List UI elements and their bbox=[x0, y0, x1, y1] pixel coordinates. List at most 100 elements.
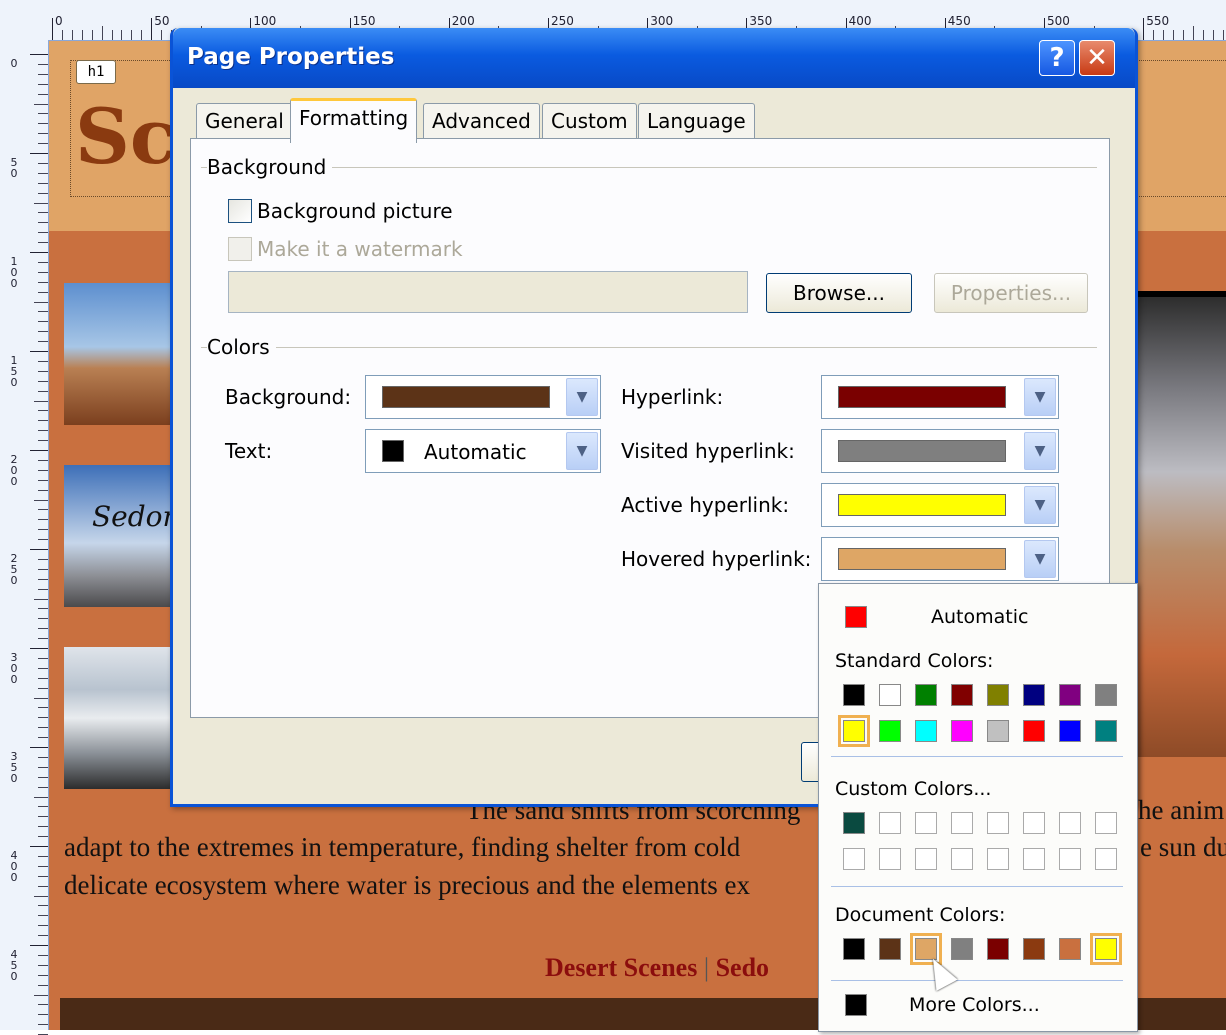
ruler-label: 50 bbox=[10, 156, 18, 180]
ruler-tick bbox=[30, 351, 48, 352]
custom-color-swatch[interactable] bbox=[1095, 848, 1117, 870]
colors-group-divider bbox=[201, 347, 1097, 348]
ruler-tick bbox=[38, 529, 48, 531]
standard-color-swatch[interactable] bbox=[1059, 720, 1081, 742]
chevron-down-icon[interactable]: ▼ bbox=[1024, 378, 1056, 416]
custom-color-swatch[interactable] bbox=[987, 848, 1009, 870]
tab-language[interactable]: Language bbox=[638, 103, 755, 138]
custom-color-swatch[interactable] bbox=[879, 848, 901, 870]
document-color-swatch[interactable] bbox=[910, 933, 942, 965]
chevron-down-icon[interactable]: ▼ bbox=[1024, 432, 1056, 470]
standard-color-swatch[interactable] bbox=[1095, 720, 1117, 742]
custom-color-swatch[interactable] bbox=[1059, 848, 1081, 870]
standard-color-swatch[interactable] bbox=[1095, 684, 1117, 706]
standard-color-swatch[interactable] bbox=[951, 684, 973, 706]
ruler-tick bbox=[161, 30, 163, 40]
ruler-tick bbox=[38, 360, 48, 362]
visited-hyperlink-color-dropdown[interactable]: ▼ bbox=[821, 429, 1059, 473]
ruler-label: 300 bbox=[650, 14, 674, 28]
standard-color-swatch[interactable] bbox=[1023, 684, 1045, 706]
hyperlink-color-swatch bbox=[838, 386, 1006, 408]
document-color-swatch[interactable] bbox=[1059, 938, 1081, 960]
custom-color-swatch[interactable] bbox=[1023, 848, 1045, 870]
standard-color-swatch[interactable] bbox=[1059, 684, 1081, 706]
document-color-swatch[interactable] bbox=[1023, 938, 1045, 960]
properties-button[interactable]: Properties... bbox=[934, 273, 1088, 313]
ruler-tick bbox=[30, 846, 48, 847]
help-button[interactable]: ? bbox=[1039, 40, 1075, 76]
chevron-down-icon[interactable]: ▼ bbox=[566, 432, 598, 470]
standard-color-swatch[interactable] bbox=[915, 684, 937, 706]
document-color-swatch[interactable] bbox=[951, 938, 973, 960]
watermark-checkbox[interactable] bbox=[228, 237, 252, 261]
ruler-tick bbox=[38, 1014, 48, 1016]
custom-colors-button[interactable]: Custom Colors... bbox=[835, 778, 991, 800]
active-hyperlink-color-dropdown[interactable]: ▼ bbox=[821, 483, 1059, 527]
hovered-hyperlink-color-dropdown[interactable]: ▼ bbox=[821, 537, 1059, 581]
dialog-titlebar[interactable]: Page Properties ? ✕ bbox=[173, 28, 1135, 88]
ruler-tick bbox=[81, 30, 83, 40]
custom-color-swatch[interactable] bbox=[1059, 812, 1081, 834]
footer-link-desert-scenes[interactable]: Desert Scenes bbox=[545, 953, 697, 982]
standard-color-swatch[interactable] bbox=[915, 720, 937, 742]
ruler-tick bbox=[38, 558, 48, 560]
close-button[interactable]: ✕ bbox=[1079, 40, 1115, 76]
ruler-tick bbox=[38, 925, 48, 927]
custom-color-swatch[interactable] bbox=[951, 848, 973, 870]
ruler-label: 200 bbox=[451, 14, 475, 28]
document-color-swatch[interactable] bbox=[879, 938, 901, 960]
ruler-tick bbox=[38, 489, 48, 491]
ruler-tick bbox=[38, 717, 48, 719]
automatic-color-option[interactable]: Automatic bbox=[931, 606, 1028, 628]
ruler-tick bbox=[34, 697, 48, 699]
ruler-tick bbox=[30, 153, 48, 154]
custom-color-swatch[interactable] bbox=[879, 812, 901, 834]
ruler-tick bbox=[38, 390, 48, 392]
ruler-tick bbox=[38, 766, 48, 768]
text-color-label: Text: bbox=[225, 439, 273, 463]
browse-button[interactable]: Browse... bbox=[766, 273, 912, 313]
custom-color-swatch[interactable] bbox=[1023, 812, 1045, 834]
standard-color-swatch[interactable] bbox=[843, 684, 865, 706]
automatic-color-swatch[interactable] bbox=[845, 606, 867, 628]
document-color-swatch[interactable] bbox=[843, 938, 865, 960]
ruler-tick bbox=[34, 895, 48, 897]
custom-color-swatch[interactable] bbox=[843, 848, 865, 870]
text-color-dropdown[interactable]: Automatic ▼ bbox=[365, 429, 601, 473]
body-text-line: he anim bbox=[1138, 795, 1225, 825]
background-picture-path-input[interactable] bbox=[228, 271, 748, 313]
footer-link-sedona[interactable]: Sedo bbox=[716, 953, 769, 982]
ruler-tick bbox=[38, 836, 48, 838]
chevron-down-icon[interactable]: ▼ bbox=[1024, 486, 1056, 524]
document-colors-label: Document Colors: bbox=[835, 904, 1006, 926]
custom-color-swatch[interactable] bbox=[987, 812, 1009, 834]
chevron-down-icon[interactable]: ▼ bbox=[1024, 540, 1056, 578]
tab-advanced[interactable]: Advanced bbox=[423, 103, 540, 138]
standard-color-swatch[interactable] bbox=[951, 720, 973, 742]
popup-separator bbox=[831, 756, 1123, 757]
custom-color-swatch[interactable] bbox=[915, 848, 937, 870]
custom-color-swatch[interactable] bbox=[951, 812, 973, 834]
ruler-tick bbox=[38, 380, 48, 382]
document-color-swatch[interactable] bbox=[1090, 933, 1122, 965]
tab-formatting[interactable]: Formatting bbox=[290, 98, 418, 143]
standard-color-swatch[interactable] bbox=[879, 720, 901, 742]
standard-color-swatch[interactable] bbox=[987, 720, 1009, 742]
document-color-swatch[interactable] bbox=[987, 938, 1009, 960]
standard-color-swatch[interactable] bbox=[879, 684, 901, 706]
chevron-down-icon[interactable]: ▼ bbox=[566, 378, 598, 416]
standard-color-swatch[interactable] bbox=[1023, 720, 1045, 742]
ruler-tick bbox=[38, 123, 48, 125]
standard-color-swatch[interactable] bbox=[838, 715, 870, 747]
more-colors-button[interactable]: More Colors... bbox=[909, 994, 1040, 1016]
custom-color-swatch[interactable] bbox=[915, 812, 937, 834]
thumbnail-coast-image bbox=[64, 647, 176, 789]
standard-color-swatch[interactable] bbox=[987, 684, 1009, 706]
custom-color-swatch[interactable] bbox=[1095, 812, 1117, 834]
custom-color-swatch[interactable] bbox=[843, 812, 865, 834]
tab-custom[interactable]: Custom bbox=[542, 103, 637, 138]
tab-general[interactable]: General bbox=[196, 103, 293, 138]
hyperlink-color-dropdown[interactable]: ▼ bbox=[821, 375, 1059, 419]
background-picture-checkbox[interactable] bbox=[228, 199, 252, 223]
background-color-dropdown[interactable]: ▼ bbox=[365, 375, 601, 419]
